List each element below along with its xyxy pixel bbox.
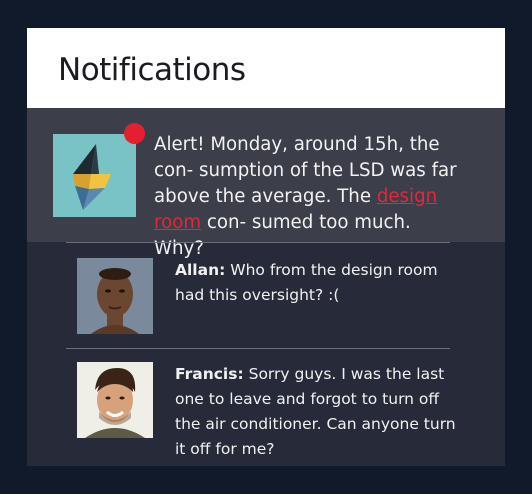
panel-header: Notifications (27, 28, 505, 108)
avatar (77, 258, 153, 334)
comment-text: Francis: Sorry guys. I was the last one … (175, 362, 461, 462)
page-title: Notifications (58, 52, 246, 88)
avatar (77, 362, 153, 438)
lightning-bolt-icon (73, 144, 111, 210)
comment-author[interactable]: Allan: (175, 261, 225, 279)
comment-text: Allan: Who from the design room had this… (175, 258, 461, 308)
comment-divider (66, 242, 450, 243)
comment-author[interactable]: Francis: (175, 365, 244, 383)
alert-notification[interactable]: Alert! Monday, around 15h, the con- sump… (27, 108, 505, 259)
comment-divider (66, 348, 450, 349)
comment-item: Francis: Sorry guys. I was the last one … (77, 362, 467, 462)
comment-item: Allan: Who from the design room had this… (77, 258, 467, 336)
notifications-panel: Notifications Alert! Monday, around 15h,… (27, 28, 505, 466)
app-icon (53, 134, 136, 217)
unread-badge (124, 123, 145, 144)
